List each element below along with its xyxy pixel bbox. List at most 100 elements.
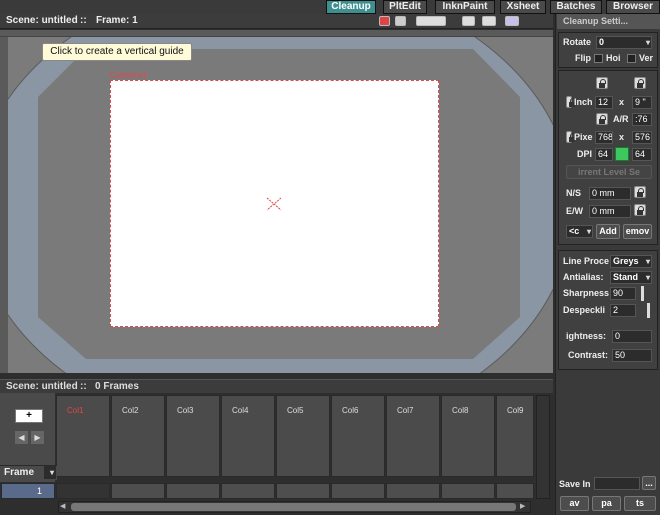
- save-in-label: Save In: [559, 479, 591, 489]
- ar-field[interactable]: :76: [632, 113, 652, 126]
- contrast-label: Contrast:: [568, 350, 608, 360]
- horizontal-ruler[interactable]: [0, 30, 553, 37]
- dpi-field-a[interactable]: 64: [595, 148, 613, 161]
- cell-col5[interactable]: [276, 483, 330, 499]
- antialias-dropdown[interactable]: Stand: [610, 271, 652, 284]
- reset-button[interactable]: ts: [624, 496, 656, 511]
- pixel-height-field[interactable]: 576: [632, 131, 652, 144]
- tab-browser[interactable]: Browser: [606, 0, 660, 14]
- flip-vertical-checkbox[interactable]: [627, 54, 636, 63]
- new-level-button[interactable]: +: [15, 409, 43, 423]
- cell-col8[interactable]: [441, 483, 495, 499]
- ew-label: E/W: [566, 206, 583, 216]
- ns-label: N/S: [566, 188, 582, 198]
- save-button[interactable]: av: [560, 496, 589, 511]
- inch-x-label: x: [619, 97, 625, 107]
- inch-unit-icon[interactable]: [566, 96, 576, 108]
- lock-icon[interactable]: [634, 77, 646, 89]
- xsheet-hscrollbar[interactable]: ◀ ▶: [58, 501, 531, 513]
- column-header-col8[interactable]: Col8: [441, 395, 495, 477]
- sharpness-field[interactable]: 90: [610, 287, 636, 300]
- column-header-col2[interactable]: Col2: [111, 395, 165, 477]
- flip-label: Flip: [575, 53, 591, 63]
- cell-col9[interactable]: [496, 483, 534, 499]
- line-processing-label: Line Proce: [563, 256, 610, 266]
- current-frame-cell[interactable]: 1: [1, 483, 55, 499]
- tab-xsheet[interactable]: Xsheet: [500, 0, 546, 14]
- ar-lock-icon[interactable]: [596, 113, 608, 125]
- despeckle-label: Despeckli: [563, 305, 606, 315]
- compare-icon[interactable]: [482, 16, 496, 26]
- tab-cleanup[interactable]: Cleanup: [326, 0, 376, 14]
- inch-width-field[interactable]: 12: [595, 96, 613, 109]
- column-header-col6[interactable]: Col6: [331, 395, 385, 477]
- flip-horizontal-label: Hoi: [606, 53, 621, 63]
- cell-col1[interactable]: [56, 483, 110, 499]
- camera-view-icon[interactable]: [416, 16, 446, 26]
- cleanup-panel-title: Cleanup Setti...: [557, 14, 660, 29]
- save-in-field[interactable]: [594, 477, 640, 490]
- xsheet-vscrollbar[interactable]: [536, 395, 550, 499]
- next-arrow-icon[interactable]: ▶: [31, 431, 44, 444]
- preset-dropdown[interactable]: <c: [566, 225, 593, 238]
- brightness-field[interactable]: 0: [612, 330, 652, 343]
- ew-offset-field[interactable]: 0 mm: [589, 205, 631, 218]
- rotate-dropdown[interactable]: 0: [596, 36, 652, 49]
- cell-col2[interactable]: [111, 483, 165, 499]
- tab-inknpaint[interactable]: InknPaint: [435, 0, 495, 14]
- ew-lock-icon[interactable]: [634, 204, 646, 216]
- column-header-col9[interactable]: Col9: [496, 395, 534, 477]
- lock-icon[interactable]: [596, 77, 608, 89]
- dpi-field-b[interactable]: 64: [632, 148, 652, 161]
- tab-batches[interactable]: Batches: [550, 0, 602, 14]
- table-view-icon[interactable]: [462, 16, 475, 26]
- flip-horizontal-checkbox[interactable]: [594, 54, 603, 63]
- preview-button[interactable]: pa: [592, 496, 621, 511]
- xsheet-frame-count: 0 Frames: [95, 381, 139, 392]
- ns-offset-field[interactable]: 0 mm: [589, 187, 631, 200]
- current-level-settings-button[interactable]: irrent Level Se: [566, 165, 652, 179]
- antialias-label: Antialias:: [563, 272, 604, 282]
- rotate-label: Rotate: [563, 37, 592, 47]
- column-header-col3[interactable]: Col3: [166, 395, 220, 477]
- inch-height-field[interactable]: 9 ": [632, 96, 652, 109]
- chevron-down-icon[interactable]: ▾: [44, 466, 56, 479]
- cell-col7[interactable]: [386, 483, 440, 499]
- viewer-header: Scene: untitled :: Frame: 1: [0, 14, 553, 29]
- ns-lock-icon[interactable]: [634, 186, 646, 198]
- despeckle-slider[interactable]: [647, 303, 650, 318]
- cell-col3[interactable]: [166, 483, 220, 499]
- tab-pltedit[interactable]: PltEdit: [383, 0, 427, 14]
- pixel-x-label: x: [619, 132, 625, 142]
- column-header-col7[interactable]: Col7: [386, 395, 440, 477]
- flip-view-icon[interactable]: [505, 16, 519, 26]
- pixel-unit-icon[interactable]: [566, 131, 576, 143]
- scroll-right-icon[interactable]: ▶: [520, 503, 528, 511]
- despeckle-field[interactable]: 2: [610, 304, 636, 317]
- grid-icon[interactable]: [395, 16, 406, 26]
- line-processing-dropdown[interactable]: Greys: [610, 255, 652, 268]
- camera-label: Camera1: [110, 70, 148, 80]
- frame-dropdown[interactable]: Frame ▾: [0, 465, 57, 480]
- preview-toggle-icon[interactable]: [379, 16, 390, 26]
- viewer-separator: ::: [80, 15, 87, 26]
- brightness-label: ightness:: [566, 331, 607, 341]
- scroll-left-icon[interactable]: ◀: [60, 503, 68, 511]
- vertical-ruler[interactable]: [0, 37, 8, 373]
- scroll-thumb[interactable]: [71, 503, 516, 511]
- column-header-col1[interactable]: Col1: [56, 395, 110, 477]
- browse-button[interactable]: ...: [642, 476, 656, 490]
- cell-col4[interactable]: [221, 483, 275, 499]
- dpi-link-icon[interactable]: [615, 147, 629, 161]
- prev-arrow-icon[interactable]: ◀: [15, 431, 28, 444]
- column-header-col5[interactable]: Col5: [276, 395, 330, 477]
- add-preset-button[interactable]: Add: [596, 224, 620, 239]
- cell-col6[interactable]: [331, 483, 385, 499]
- pixel-width-field[interactable]: 768: [595, 131, 613, 144]
- remove-preset-button[interactable]: emov: [623, 224, 652, 239]
- flip-vertical-label: Ver: [639, 53, 654, 63]
- sharpness-slider[interactable]: [641, 286, 644, 301]
- column-header-col4[interactable]: Col4: [221, 395, 275, 477]
- xsheet-header: Scene: untitled :: 0 Frames: [0, 379, 553, 393]
- contrast-field[interactable]: 50: [612, 349, 652, 362]
